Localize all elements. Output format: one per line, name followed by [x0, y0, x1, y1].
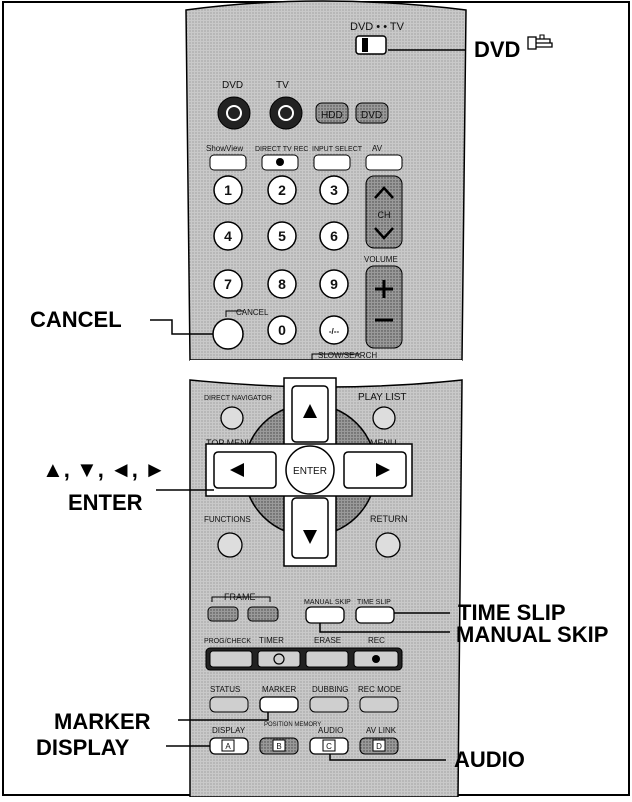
- showview-button: [209, 154, 247, 171]
- digit-8: 8: [278, 276, 286, 292]
- digit-6: 6: [330, 228, 338, 244]
- position-memory-label: POSITION MEMORY: [264, 722, 321, 728]
- marker-remote-label: MARKER: [262, 685, 296, 694]
- display-remote-label: DISPLAY: [212, 726, 246, 735]
- rec-mode-button: [359, 696, 399, 713]
- functions-label: FUNCTIONS: [204, 515, 251, 524]
- direct-navigator-label: DIRECT NAVIGATOR: [204, 395, 272, 402]
- hand-pointer-icon: [527, 34, 553, 50]
- play-list-label: PLAY LIST: [358, 392, 407, 403]
- av-button: [365, 154, 403, 171]
- showview-label: ShowView: [206, 144, 243, 153]
- status-label: STATUS: [210, 685, 240, 694]
- input-select-button: [313, 154, 351, 171]
- key-d-label: D: [376, 742, 382, 751]
- time-slip-button: [355, 606, 395, 624]
- av-link-label: AV LINK: [366, 726, 397, 735]
- rec-dot-icon: [372, 655, 380, 663]
- frame-back-button: [207, 606, 239, 622]
- rec-mode-label: REC MODE: [358, 685, 401, 694]
- digit-1: 1: [224, 182, 232, 198]
- rec-label: REC: [368, 636, 385, 645]
- return-button: [375, 532, 401, 558]
- dvd-tv-switch: [355, 35, 387, 55]
- key-a-label: A: [225, 742, 231, 751]
- volume-rocker: [365, 265, 403, 349]
- dubbing-button: [309, 696, 349, 713]
- manual-skip-remote-label: MANUAL SKIP: [304, 599, 351, 606]
- marker-button: [259, 696, 299, 713]
- cancel-button: [212, 318, 244, 350]
- frame-label: FRAME: [224, 592, 256, 602]
- digit-9: 9: [330, 276, 338, 292]
- return-label: RETURN: [370, 514, 408, 524]
- switch-knob: [362, 38, 368, 52]
- right-button: [343, 451, 407, 489]
- hdd-label: HDD: [321, 110, 343, 121]
- marker-callout: MARKER: [54, 709, 151, 734]
- dvd-power-label: DVD: [222, 80, 243, 91]
- digit-4: 4: [224, 228, 232, 244]
- play-list-button: [372, 406, 396, 430]
- dash-slash-label: -/--: [329, 327, 340, 336]
- volume-label: VOLUME: [364, 255, 398, 264]
- audio-remote-label: AUDIO: [318, 726, 343, 735]
- digit-5: 5: [278, 228, 286, 244]
- direct-tv-rec-label: DIRECT TV REC: [255, 146, 308, 153]
- input-select-label: INPUT SELECT: [312, 146, 363, 153]
- enter-callout: ENTER: [68, 490, 143, 515]
- prog-check-label: PROG/CHECK: [204, 638, 251, 645]
- cancel-callout: CANCEL: [30, 307, 122, 332]
- time-slip-remote-label: TIME SLIP: [357, 599, 391, 606]
- digit-7: 7: [224, 276, 232, 292]
- rec-dot-icon: [276, 158, 284, 166]
- tv-power-button: [269, 96, 303, 130]
- manual-skip-callout: MANUAL SKIP: [456, 622, 609, 647]
- torn-gap: [190, 360, 462, 379]
- digit-2: 2: [278, 182, 286, 198]
- cancel-remote-label: CANCEL: [236, 308, 269, 317]
- tv-power-label: TV: [276, 80, 289, 91]
- dubbing-label: DUBBING: [312, 685, 348, 694]
- dvd-drive-label: DVD: [361, 110, 382, 121]
- switch-label: DVD • • TV: [350, 21, 405, 33]
- erase-label: ERASE: [314, 636, 341, 645]
- digit-0: 0: [278, 322, 286, 338]
- remote-illustration: DVD • • TV DVD TV HDD DVD ShowView DIREC…: [2, 0, 630, 798]
- ch-label: CH: [378, 210, 391, 220]
- manual-skip-button: [305, 606, 345, 624]
- key-b-label: B: [276, 742, 281, 751]
- dvd-callout: DVD: [474, 37, 521, 62]
- prog-check-button: [209, 650, 253, 668]
- functions-button: [217, 532, 243, 558]
- diagram-stage: DVD • • TV DVD TV HDD DVD ShowView DIREC…: [0, 0, 632, 798]
- audio-callout: AUDIO: [454, 747, 525, 772]
- av-label: AV: [372, 144, 383, 153]
- arrows-callout: ▲, ▼, ◄, ►: [42, 457, 166, 482]
- enter-remote-label: ENTER: [293, 466, 327, 477]
- left-button: [213, 451, 277, 489]
- status-button: [209, 696, 249, 713]
- dvd-power-button: [217, 96, 251, 130]
- erase-button: [305, 650, 349, 668]
- down-button: [291, 497, 329, 559]
- slow-search-label: SLOW/SEARCH: [318, 351, 377, 360]
- digit-3: 3: [330, 182, 338, 198]
- key-c-label: C: [326, 742, 332, 751]
- timer-label: TIMER: [259, 636, 284, 645]
- direct-navigator-button: [220, 406, 244, 430]
- frame-forward-button: [247, 606, 279, 622]
- display-callout: DISPLAY: [36, 735, 130, 760]
